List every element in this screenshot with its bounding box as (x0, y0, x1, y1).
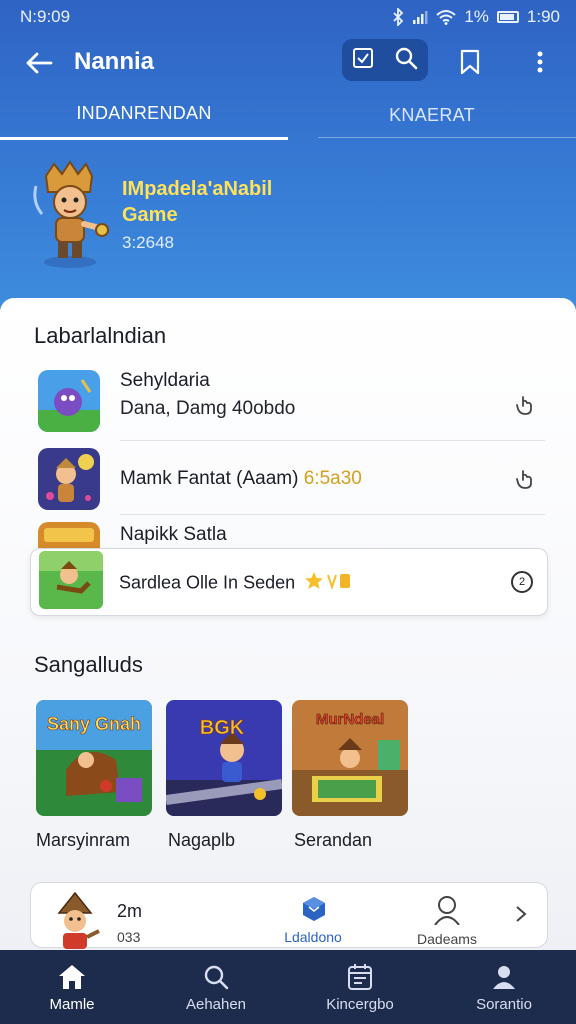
game-art-icon: BGK (166, 700, 282, 816)
bottom-navigation: Mamle Aehahen Kincergbo Sorantio (0, 950, 576, 1024)
game-tile-label: Nagaplb (168, 830, 236, 850)
hand-pointer-icon[interactable] (510, 464, 540, 494)
game-tile-label: Marsyinram (36, 830, 131, 850)
calendar-icon (347, 962, 373, 992)
list-item-subtitle: Dana, Damg 40obdo (120, 398, 296, 419)
hero-title-line1: IMpadela'aNabil (122, 178, 273, 200)
game-thumbnail-icon (39, 551, 103, 609)
mini-player[interactable]: 2m 033 Ldaldono Dadeams (30, 882, 548, 949)
game-art-icon: Sany Gnah (36, 700, 152, 816)
battery-icon (496, 11, 519, 23)
nav-label: Sorantio (476, 996, 532, 1013)
divider (120, 514, 545, 515)
divider (120, 440, 545, 441)
status-bar: N:9:09 1% 1:90 (0, 0, 576, 34)
hero-title-line2: Game (122, 204, 178, 226)
list-item-title-text: Mamk Fantat (Aaam) (120, 468, 299, 489)
player-sub: 033 (117, 929, 141, 945)
home-icon (57, 962, 87, 992)
featured-card-text: Sardlea Olle In Seden (119, 571, 352, 596)
list-item-title: Napikk Satla (120, 524, 227, 545)
action-group (342, 39, 428, 81)
more-vert-icon[interactable] (524, 44, 556, 80)
hero-title: IMpadela'aNabil Game (122, 176, 322, 228)
tile-art-text: MurNdeal (316, 711, 384, 728)
player-center-button[interactable]: Ldaldono (253, 891, 373, 947)
status-icons: 1% 1:90 (392, 7, 560, 27)
bluetooth-icon (392, 8, 404, 26)
nav-label: Mamle (49, 996, 95, 1013)
game-art-icon: MurNdeal (292, 700, 408, 816)
search-icon (202, 962, 230, 992)
player-right-button[interactable]: Dadeams (397, 891, 497, 947)
list-item[interactable]: Mamk Fantat (Aaam) 6:5a30 (0, 446, 576, 514)
tab-knaerat[interactable]: KNAERAT (288, 90, 576, 140)
player-center-label: Ldaldono (284, 929, 342, 945)
list-item[interactable]: Sehyldaria Dana, Damg 40obdo (0, 368, 576, 440)
nav-item-home[interactable]: Mamle (0, 950, 144, 1024)
app-title: Nannia (74, 48, 155, 75)
profile-icon (490, 962, 518, 992)
featured-card-label: Sardlea Olle In Seden (119, 572, 296, 593)
checkbox-icon[interactable] (352, 47, 374, 74)
signal-icon (412, 9, 428, 25)
person-icon (434, 896, 460, 925)
battery-percent: 1% (464, 7, 489, 26)
list-item-title: Sehyldaria (120, 370, 210, 391)
character-avatar-icon (45, 891, 105, 949)
tab-bar: INDANRENDAN KNAERAT (0, 90, 576, 140)
player-time: 2m (117, 901, 143, 921)
hero-subtitle: 3:2648 (122, 233, 174, 252)
game-tile[interactable]: Sany Gnah (36, 700, 152, 816)
game-thumbnail-icon (38, 370, 100, 432)
nav-label: Aehahen (185, 996, 247, 1013)
game-thumbnail-icon (38, 448, 100, 510)
search-icon[interactable] (394, 46, 418, 75)
nav-item-calendar[interactable]: Kincergbo (288, 950, 432, 1024)
game-thumbnail-icon (38, 522, 100, 548)
star-icon (304, 571, 352, 596)
game-tile-label: Serandan (294, 830, 373, 850)
section-title-1: Labarlalndian (34, 323, 167, 348)
nav-item-search[interactable]: Aehahen (144, 950, 288, 1024)
app-bar: Nannia (0, 34, 576, 90)
game-tile[interactable]: BGK (166, 700, 282, 816)
status-time: 1:90 (526, 7, 560, 26)
tile-art-text: BGK (200, 717, 245, 739)
status-left-text: N:9:09 (20, 7, 71, 26)
hero-banner: IMpadela'aNabil Game 3:2648 (0, 150, 576, 290)
nav-label: Kincergbo (326, 996, 394, 1013)
tab-divider (318, 137, 576, 138)
back-arrow-icon[interactable] (22, 46, 56, 80)
tile-art-text: Sany Gnah (47, 714, 141, 734)
game-tile[interactable]: MurNdeal (292, 700, 408, 816)
featured-card[interactable]: Sardlea Olle In Seden 2 (30, 548, 548, 616)
nav-item-profile[interactable]: Sorantio (432, 950, 576, 1024)
list-item-title: Mamk Fantat (Aaam) 6:5a30 (120, 468, 362, 490)
list-item[interactable]: Napikk Satla (0, 520, 576, 550)
list-item-highlight: 6:5a30 (303, 468, 362, 489)
section-title-2: Sangalluds (34, 652, 143, 677)
cube-icon (303, 897, 325, 921)
count-badge[interactable]: 2 (511, 571, 533, 593)
wifi-icon (436, 9, 456, 25)
character-avatar-icon (28, 158, 112, 270)
player-right-label: Dadeams (417, 931, 477, 947)
chevron-right-icon[interactable] (515, 905, 527, 929)
hand-pointer-icon[interactable] (510, 390, 540, 420)
tab-indanrendan[interactable]: INDANRENDAN (0, 90, 288, 140)
bookmark-icon[interactable] (452, 44, 488, 80)
